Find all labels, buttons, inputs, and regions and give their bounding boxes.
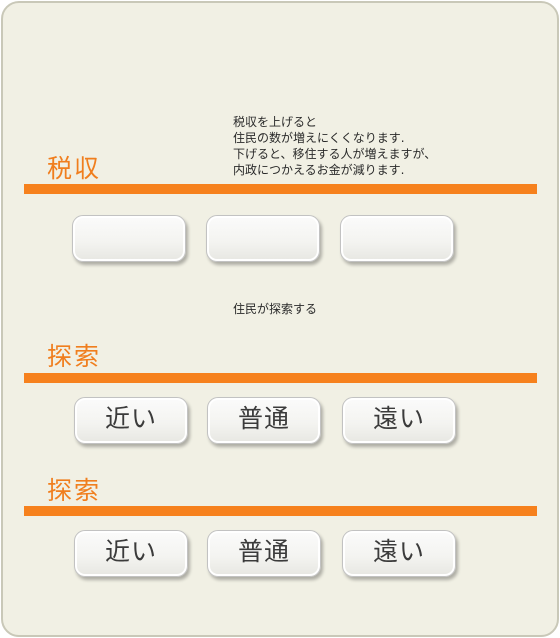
tax-section-title: 税収 <box>47 154 102 183</box>
explore-2-normal-button[interactable] <box>207 530 321 577</box>
explore-2-near-button[interactable] <box>74 530 188 577</box>
explore-1-normal-button[interactable] <box>207 397 321 444</box>
tax-option-1-button[interactable] <box>72 215 186 262</box>
explore-1-far-button[interactable] <box>342 397 456 444</box>
explore-2-far-button[interactable] <box>342 530 456 577</box>
explore-1-near-button[interactable] <box>74 397 188 444</box>
explore-section-2-title: 探索 <box>47 476 102 505</box>
explore-description: 住民が探索する <box>233 302 318 316</box>
tax-option-3-button[interactable] <box>340 215 454 262</box>
explore-section-1-title: 探索 <box>47 342 102 371</box>
explore-section-1-divider <box>24 373 537 383</box>
explore-section-2-divider <box>24 506 537 516</box>
tax-option-2-button[interactable] <box>206 215 320 262</box>
tax-description: 税収を上げると 住民の数が増えにくくなります. 下げると、移住する人が増えますが… <box>233 115 437 177</box>
tax-section-divider <box>24 184 537 194</box>
